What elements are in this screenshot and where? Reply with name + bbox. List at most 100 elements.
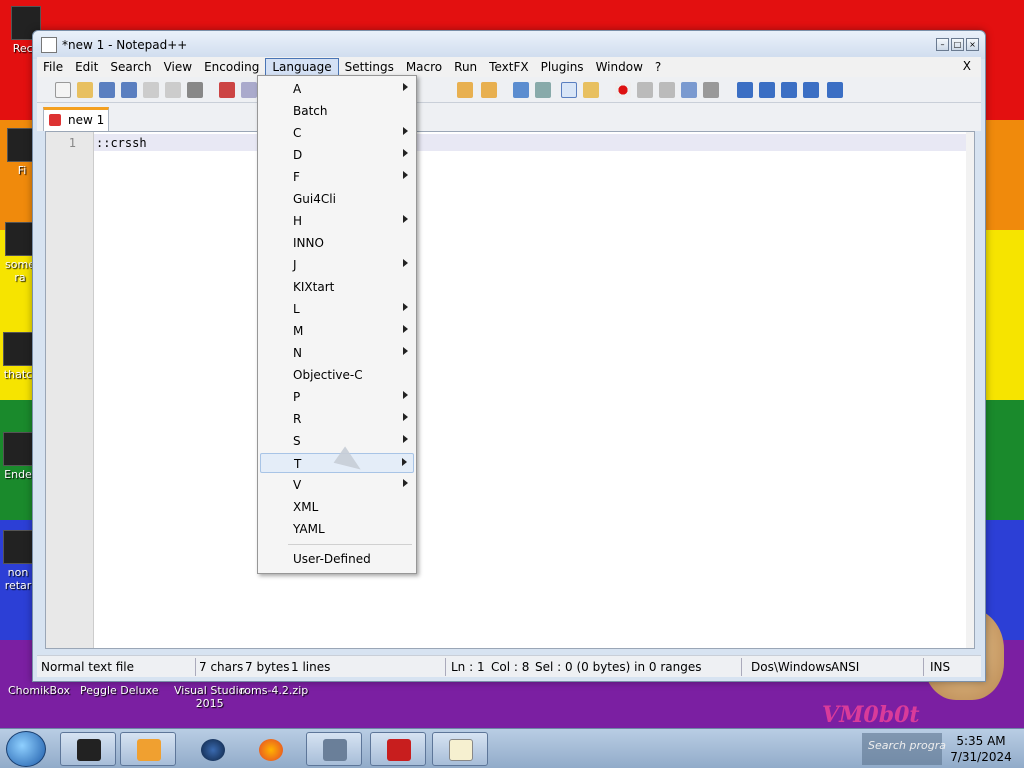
search-programs-input[interactable]: Search progra [868, 739, 946, 752]
copy-icon[interactable] [241, 82, 257, 98]
desktop-icon-label: some ra [5, 258, 35, 284]
taskbar-button-notepadpp[interactable] [432, 732, 488, 766]
down-arrow-icon[interactable] [781, 82, 797, 98]
open-file-icon[interactable] [77, 82, 93, 98]
tab-label: new 1 [68, 113, 105, 127]
language-menu-item-inno[interactable]: INNO [260, 233, 414, 253]
show-all-chars-icon[interactable] [535, 82, 551, 98]
print-icon[interactable] [187, 82, 203, 98]
menu-encoding[interactable]: Encoding [198, 58, 265, 76]
taskbar-button-globe[interactable] [184, 732, 240, 766]
language-menu-item-c[interactable]: C [260, 123, 414, 143]
menu-item-label: L [293, 302, 300, 316]
menu-item-label: V [293, 478, 302, 492]
vertical-scrollbar[interactable] [966, 132, 974, 648]
text-editor[interactable]: 1 ::crssh [45, 131, 975, 649]
taskbar-button-media-player[interactable] [120, 732, 176, 766]
clock-date: 7/31/2024 [950, 750, 1012, 764]
start-button-windows-icon[interactable] [6, 731, 46, 767]
menu-file[interactable]: File [37, 58, 69, 76]
app-icon [3, 530, 33, 564]
language-menu-item-v[interactable]: V [260, 475, 414, 495]
menu-language[interactable]: Language [265, 58, 339, 76]
expand-icon[interactable] [803, 82, 819, 98]
status-eol: Dos\Windows [751, 660, 832, 674]
notepad-icon [449, 739, 473, 761]
run-macro-multiple-icon[interactable] [681, 82, 697, 98]
taskbar-button-app[interactable] [306, 732, 362, 766]
spellcheck-icon[interactable] [827, 82, 843, 98]
close-document-button[interactable]: X [963, 59, 971, 73]
language-menu-item-l[interactable]: L [260, 299, 414, 319]
submenu-arrow-icon [403, 479, 408, 487]
language-menu-item-p[interactable]: P [260, 387, 414, 407]
menu-search[interactable]: Search [104, 58, 157, 76]
menu-textfx[interactable]: TextFX [483, 58, 534, 76]
maximize-button[interactable]: □ [951, 38, 964, 51]
desktop-label-roms-zip[interactable]: roms-4.2.zip [240, 684, 308, 697]
menu-run[interactable]: Run [448, 58, 483, 76]
language-menu-item-kixtart[interactable]: KIXtart [260, 277, 414, 297]
language-menu-item-gui4cli[interactable]: Gui4Cli [260, 189, 414, 209]
editor-content[interactable]: ::crssh [96, 136, 147, 150]
menu-help[interactable]: ? [649, 58, 667, 76]
stop-macro-icon[interactable] [637, 82, 653, 98]
taskbar-button-firefox[interactable] [242, 732, 298, 766]
desktop-icon-label: Ende [4, 468, 32, 481]
wrap-icon[interactable] [513, 82, 529, 98]
menu-item-label: R [293, 412, 302, 426]
save-all-icon[interactable] [121, 82, 137, 98]
language-menu-item-m[interactable]: M [260, 321, 414, 341]
language-menu-item-a[interactable]: A [260, 79, 414, 99]
submenu-arrow-icon [403, 347, 408, 355]
line-number-gutter: 1 [46, 132, 94, 648]
up-arrow-icon[interactable] [759, 82, 775, 98]
close-button[interactable]: × [966, 38, 979, 51]
language-menu-item-objective-c[interactable]: Objective-C [260, 365, 414, 385]
doc-map-icon[interactable] [583, 82, 599, 98]
save-macro-icon[interactable] [703, 82, 719, 98]
desktop-label-visual-studio[interactable]: Visual Studio 2015 [174, 684, 245, 710]
close-all-icon[interactable] [165, 82, 181, 98]
close-file-icon[interactable] [143, 82, 159, 98]
status-col: Col : 8 [491, 660, 530, 674]
taskbar-button-chomikbox[interactable] [60, 732, 116, 766]
menu-view[interactable]: View [158, 58, 198, 76]
tab-new-1[interactable]: new 1 [43, 107, 109, 131]
language-menu-item-r[interactable]: R [260, 409, 414, 429]
minimize-button[interactable]: – [936, 38, 949, 51]
indent-guide-icon[interactable] [561, 82, 577, 98]
record-macro-icon[interactable] [615, 82, 631, 98]
menu-macro[interactable]: Macro [400, 58, 448, 76]
language-menu-item-f[interactable]: F [260, 167, 414, 187]
menu-window[interactable]: Window [590, 58, 649, 76]
language-menu-item-batch[interactable]: Batch [260, 101, 414, 121]
find-icon[interactable] [457, 82, 473, 98]
language-menu-item-yaml[interactable]: YAML [260, 519, 414, 539]
taskbar-button-acrobat[interactable] [370, 732, 426, 766]
replace-icon[interactable] [481, 82, 497, 98]
menu-plugins[interactable]: Plugins [535, 58, 590, 76]
submenu-arrow-icon [403, 215, 408, 223]
new-file-icon[interactable] [55, 82, 71, 98]
save-icon[interactable] [99, 82, 115, 98]
taskbar-clock[interactable]: 5:35 AM 7/31/2024 [944, 733, 1018, 765]
language-menu-item-xml[interactable]: XML [260, 497, 414, 517]
language-menu-item-n[interactable]: N [260, 343, 414, 363]
language-menu-item-user-defined[interactable]: User-Defined [260, 549, 414, 569]
language-menu-item-j[interactable]: J [260, 255, 414, 275]
desktop-label-chomikbox[interactable]: ChomikBox [8, 684, 70, 697]
menu-settings[interactable]: Settings [339, 58, 400, 76]
menu-item-label: F [293, 170, 300, 184]
language-menu-item-h[interactable]: H [260, 211, 414, 231]
title-bar[interactable]: *new 1 - Notepad++ – □ × [33, 31, 985, 59]
menu-edit[interactable]: Edit [69, 58, 104, 76]
desktop-icon-label: thatc [3, 368, 33, 381]
collapse-icon[interactable] [737, 82, 753, 98]
cut-icon[interactable] [219, 82, 235, 98]
desktop-label-peggle[interactable]: Peggle Deluxe [80, 684, 159, 697]
app-window-icon [323, 739, 347, 761]
language-menu-item-s[interactable]: S [260, 431, 414, 451]
language-menu-item-d[interactable]: D [260, 145, 414, 165]
play-macro-icon[interactable] [659, 82, 675, 98]
